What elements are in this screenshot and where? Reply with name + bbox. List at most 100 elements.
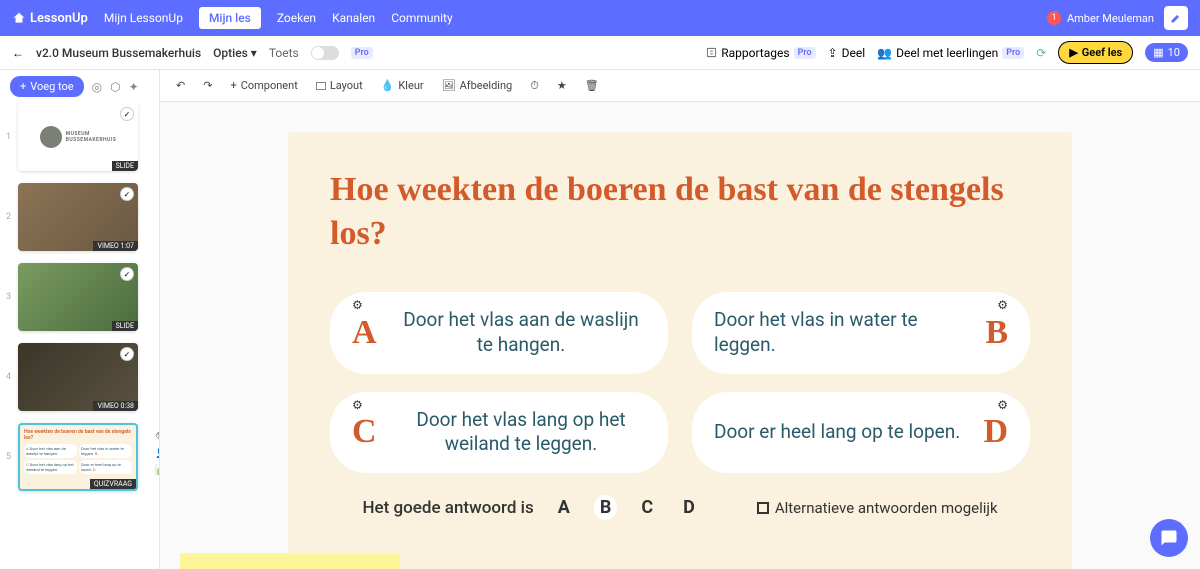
brand-text: LessonUp [30,11,88,26]
redo-button[interactable]: ↷ [199,77,216,94]
timer-icon[interactable]: ⏱ [526,77,543,95]
thumb-option: C Door het vlas lang op het weiland te l… [24,460,77,474]
decorative-strip [180,553,400,569]
add-slide-button[interactable]: + Voeg toe [10,76,84,97]
thumb-question: Hoe weekten de boeren de bast van de ste… [24,429,132,441]
sidebar: + Voeg toe ◎ ⬡ ✦ 1 MUSEUM BUSSEMAKERHUIS [0,70,160,569]
nav-mijn-les[interactable]: Mijn les [199,7,261,29]
nav-zoeken[interactable]: Zoeken [277,11,316,25]
layout-button[interactable]: Layout [312,77,367,94]
thumb-option: Door het vlas in water te leggen. B [79,444,132,458]
thumb-option: Door er heel lang op te lopen. D [79,460,132,474]
slide-thumbnail[interactable]: ✓ SLIDE [18,263,138,331]
chart-icon[interactable]: 📊 [155,465,159,476]
check-icon[interactable]: ✓ [120,267,134,281]
option-a[interactable]: ⚙ A Door het vlas aan de waslijn te hang… [330,292,668,373]
option-text: Door het vlas aan de waslijn te hangen. [396,308,646,357]
notification-badge: 1 [1047,11,1061,25]
image-button[interactable]: 🖼 Afbeelding [438,77,517,94]
answer-choice-d[interactable]: D [677,495,701,520]
deel-leerlingen-button[interactable]: 👥 Deel met leerlingen Pro [877,46,1024,60]
check-icon[interactable]: ✓ [120,187,134,201]
brand-logo[interactable]: LessonUp [12,11,88,26]
option-text: Door het vlas in water te leggen. [714,308,964,357]
option-c[interactable]: ⚙ C Door het vlas lang op het weiland te… [330,392,668,473]
thumb-number: 5 [6,452,14,462]
rapportages-button[interactable]: Rapportages Pro [706,46,815,60]
lesson-title[interactable]: v2.0 Museum Bussemakerhuis [36,46,201,60]
add-component-button[interactable]: + Component [226,77,301,94]
sparkle-icon[interactable]: ✦ [129,80,139,94]
canvas-area: Hoe weekten de boeren de bast van de ste… [160,102,1200,569]
options-button[interactable]: Opties ▾ [213,46,257,60]
thumb-number: 3 [6,292,14,302]
top-nav: LessonUp Mijn LessonUp Mijn les Zoeken K… [0,0,1200,36]
answer-label: Het goede antwoord is [362,498,533,518]
pro-badge: Pro [351,47,373,59]
answer-row: Het goede antwoord is A B C D Alternatie… [330,495,1030,520]
thumb-number: 2 [6,212,14,222]
toets-toggle[interactable] [311,46,339,60]
thumb-type-label: SLIDE [112,161,138,171]
gear-icon[interactable]: ⚙ [352,398,363,412]
target-icon[interactable]: ◎ [92,80,102,94]
option-d[interactable]: ⚙ Door er heel lang op te lopen. D [692,392,1030,473]
slide-thumbnail[interactable]: ✓ VIMEO 0:38 [18,343,138,411]
slide-canvas[interactable]: Hoe weekten de boeren de bast van de ste… [288,132,1072,569]
geef-les-button[interactable]: ▶ Geef les [1058,41,1133,64]
answer-choice-a[interactable]: A [552,495,576,520]
gear-icon[interactable]: ⚙ [352,298,363,312]
option-text: Door het vlas lang op het weiland te leg… [396,408,646,457]
options-grid: ⚙ A Door het vlas aan de waslijn te hang… [330,292,1030,473]
slide-count-badge[interactable]: ▦ 10 [1145,43,1188,62]
slide-thumbnail[interactable]: MUSEUM BUSSEMAKERHUIS ✓ SLIDE [18,103,138,171]
user-badge[interactable]: 1 Amber Meuleman [1047,11,1154,25]
nav-community[interactable]: Community [391,11,452,25]
option-b[interactable]: ⚙ Door het vlas in water te leggen. B [692,292,1030,373]
gear-icon[interactable]: ⚙ [997,398,1008,412]
question-text[interactable]: Hoe weekten de boeren de bast van de ste… [330,168,1030,256]
trash-icon[interactable]: 🗑 [581,77,603,94]
thumb-type-label: VIMEO 1:07 [93,241,138,251]
toets-label: Toets [269,46,299,60]
slide-thumbnail[interactable]: ✓ VIMEO 1:07 [18,183,138,251]
thumb-number: 1 [6,132,14,142]
play-icon: ▶ [1069,46,1077,59]
answer-choice-b[interactable]: B [594,495,618,520]
deel-button[interactable]: ⇪ Deel [828,46,866,60]
refresh-icon[interactable]: ⟳ [1036,46,1046,60]
eye-icon[interactable]: 👁 [155,431,159,442]
color-button[interactable]: 💧 Kleur [377,77,428,94]
slide-thumbnail-selected[interactable]: Hoe weekten de boeren de bast van de ste… [18,423,138,491]
nav-kanalen[interactable]: Kanalen [332,11,375,25]
undo-button[interactable]: ↶ [172,77,189,94]
thumb-type-label: QUIZVRAAG [90,479,136,489]
users-icon: 👥 [877,46,892,60]
check-icon[interactable]: ✓ [120,107,134,121]
answer-choice-c[interactable]: C [635,495,659,520]
user-name: Amber Meuleman [1067,12,1154,25]
back-arrow-icon[interactable]: ← [12,46,24,60]
option-letter: D [978,413,1008,451]
thumb-type-label: SLIDE [112,321,138,331]
person-icon[interactable]: 👤 [155,448,159,459]
sub-bar: ← v2.0 Museum Bussemakerhuis Opties ▾ To… [0,36,1200,70]
museum-logo-icon [40,126,62,148]
alternative-label: Alternatieve antwoorden mogelijk [775,499,998,517]
check-icon[interactable]: ✓ [120,347,134,361]
option-letter: C [352,413,382,451]
gear-icon[interactable]: ⚙ [997,298,1008,312]
chat-button[interactable] [1150,519,1188,557]
box-icon[interactable]: ⬡ [110,80,120,94]
nav-mijn-lessonup[interactable]: Mijn LessonUp [104,11,183,25]
image-icon: 🖼 [442,79,456,92]
option-letter: B [978,314,1008,352]
star-icon[interactable]: ★ [553,77,571,94]
option-text: Door er heel lang op te lopen. [714,420,964,445]
editor-area: ↶ ↷ + Component Layout 💧 Kleur 🖼 Afbeeld… [160,70,1200,569]
thumb-number: 4 [6,372,14,382]
toolbar: ↶ ↷ + Component Layout 💧 Kleur 🖼 Afbeeld… [160,70,1200,102]
alternative-checkbox[interactable]: Alternatieve antwoorden mogelijk [757,499,998,517]
option-letter: A [352,314,382,352]
edit-button[interactable] [1164,6,1188,30]
